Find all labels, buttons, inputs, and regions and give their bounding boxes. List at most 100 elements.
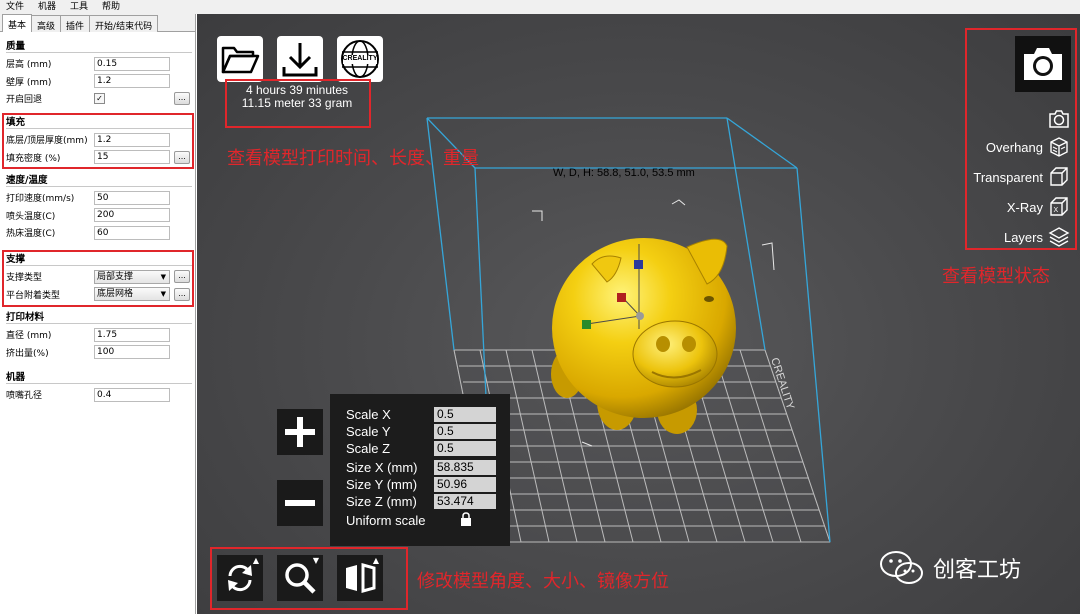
scale-x-row: Scale X 0.5 <box>346 406 496 422</box>
size-x-row: Size X (mm) 58.835 <box>346 459 496 475</box>
size-y-label: Size Y (mm) <box>346 476 418 492</box>
shell-thickness-input[interactable]: 1.2 <box>94 74 170 89</box>
view-mode-highlight-box: Overhang Transparent X-Ray X Layers <box>965 28 1077 250</box>
retraction-checkbox[interactable]: ✓ <box>94 93 105 105</box>
diameter-input[interactable]: 1.75 <box>94 327 170 342</box>
size-x-input[interactable]: 58.835 <box>434 459 496 475</box>
watermark-text: 创客工坊 <box>933 558 1022 583</box>
print-info: 4 hours 39 minutes 11.15 meter 33 gram <box>225 84 369 110</box>
lock-icon[interactable] <box>460 511 472 529</box>
save-gcode-button[interactable] <box>277 36 323 82</box>
snapshot-button[interactable] <box>1015 36 1071 92</box>
layer-height-label: 层高 (mm) <box>6 60 52 71</box>
annotation-view-modes: 查看模型状态 <box>942 266 1050 287</box>
zoom-in-button[interactable] <box>277 409 323 455</box>
layer-height-input[interactable]: 0.15 <box>94 56 170 71</box>
size-x-label: Size X (mm) <box>346 459 418 475</box>
normal-view-button[interactable] <box>1047 106 1071 132</box>
scale-y-row: Scale Y 0.5 <box>346 423 496 439</box>
flow-label: 挤出量(%) <box>6 348 49 359</box>
support-highlight-box <box>2 250 194 307</box>
overhang-view-button[interactable]: Overhang <box>986 134 1071 160</box>
scale-y-input[interactable]: 0.5 <box>434 423 496 439</box>
speed-section: 速度/温度 打印速度(mm/s) 50 喷头温度(C) 200 热床温度(C) … <box>6 174 192 242</box>
annotation-print-info: 查看模型打印时间、长度、重量 <box>227 148 479 169</box>
filament-usage: 11.15 meter 33 gram <box>241 96 353 110</box>
dropdown-caret-icon: ▲ <box>252 556 259 565</box>
menu-machine[interactable]: 机器 <box>32 0 64 14</box>
magnifier-icon <box>285 563 316 594</box>
flow-input[interactable]: 100 <box>94 345 170 360</box>
size-y-input[interactable]: 50.96 <box>434 476 496 492</box>
menu-file[interactable]: 文件 <box>0 0 32 14</box>
scale-panel: Scale X 0.5 Scale Y 0.5 Scale Z 0.5 Size… <box>330 394 510 546</box>
svg-text:X: X <box>1054 207 1059 214</box>
diameter-label: 直径 (mm) <box>6 331 52 342</box>
section-title: 机器 <box>6 371 192 384</box>
xray-view-button[interactable]: X-Ray X <box>1007 194 1071 220</box>
annotation-transform-tools: 修改模型角度、大小、镜像方位 <box>417 571 669 592</box>
scale-y-label: Scale Y <box>346 423 391 439</box>
watermark: 创客工坊 <box>879 550 1021 586</box>
print-speed-label: 打印速度(mm/s) <box>6 194 75 205</box>
uniform-scale-row: Uniform scale <box>346 511 472 529</box>
camera-small-icon <box>1047 107 1071 131</box>
layers-label: Layers <box>1003 229 1043 245</box>
retraction-label: 开启回退 <box>6 95 43 106</box>
mirror-button[interactable]: ▲ <box>337 555 383 601</box>
diameter-row: 直径 (mm) 1.75 <box>6 326 192 344</box>
scale-z-label: Scale Z <box>346 440 391 456</box>
mirror-icon <box>346 563 376 593</box>
zoom-out-button[interactable] <box>277 480 323 526</box>
size-z-input[interactable]: 53.474 <box>434 493 496 509</box>
rotate-button[interactable]: ▲ <box>217 555 263 601</box>
layers-icon <box>1047 225 1071 249</box>
creality-cloud-button[interactable]: CREALITY <box>337 36 383 82</box>
section-title: 质量 <box>6 40 192 53</box>
menu-tools[interactable]: 工具 <box>64 0 96 14</box>
bed-temp-row: 热床温度(C) 60 <box>6 224 192 242</box>
tab-start-end-gcode[interactable]: 开始/结束代码 <box>89 15 159 32</box>
scale-button[interactable]: ▼ <box>277 555 323 601</box>
layers-view-button[interactable]: Layers <box>1004 224 1071 250</box>
nozzle-temp-input[interactable]: 200 <box>94 208 170 223</box>
model-dimensions: W, D, H: 58.8, 51.0, 53.5 mm <box>553 167 695 179</box>
retraction-row: 开启回退 ✓ ... <box>6 90 192 108</box>
menu-help[interactable]: 帮助 <box>96 0 128 14</box>
section-title: 打印材料 <box>6 311 192 324</box>
layer-height-row: 层高 (mm) 0.15 <box>6 55 192 73</box>
scale-z-row: Scale Z 0.5 <box>346 440 496 456</box>
retraction-more-button[interactable]: ... <box>174 92 190 105</box>
dropdown-caret-icon: ▲ <box>372 556 379 565</box>
bed-temp-input[interactable]: 60 <box>94 225 170 240</box>
wechat-icon <box>880 551 923 584</box>
dropdown-caret-icon: ▼ <box>312 556 319 565</box>
nozzle-temp-row: 喷头温度(C) 200 <box>6 207 192 225</box>
folder-icon <box>221 46 260 74</box>
print-speed-input[interactable]: 50 <box>94 190 170 205</box>
scale-x-label: Scale X <box>346 406 391 422</box>
tab-basic[interactable]: 基本 <box>2 14 33 32</box>
scale-z-input[interactable]: 0.5 <box>434 440 496 456</box>
nozzle-size-input[interactable]: 0.4 <box>94 387 170 402</box>
transparent-label: Transparent <box>973 169 1043 185</box>
tab-advanced[interactable]: 高级 <box>31 15 62 32</box>
bed-temp-label: 热床温度(C) <box>6 229 56 240</box>
scale-x-input[interactable]: 0.5 <box>434 406 496 422</box>
machine-section: 机器 喷嘴孔径 0.4 <box>6 371 192 404</box>
fill-highlight-box <box>2 113 194 169</box>
rotate-icon <box>228 564 252 592</box>
shell-thickness-row: 壁厚 (mm) 1.2 <box>6 73 192 91</box>
tab-plugins[interactable]: 插件 <box>60 15 91 32</box>
3d-viewport[interactable]: CREALITY CREALITY 4 hours 39 minutes 11.… <box>197 14 1080 614</box>
shell-thickness-label: 壁厚 (mm) <box>6 77 52 88</box>
transparent-view-button[interactable]: Transparent <box>973 164 1071 190</box>
flow-row: 挤出量(%) 100 <box>6 344 192 362</box>
creality-logo-text: CREALITY <box>342 55 378 62</box>
size-z-label: Size Z (mm) <box>346 493 417 509</box>
download-icon <box>282 43 318 77</box>
filament-section: 打印材料 直径 (mm) 1.75 挤出量(%) 100 <box>6 311 192 361</box>
xray-label: X-Ray <box>1006 199 1043 215</box>
xray-cube-icon: X <box>1047 195 1071 219</box>
load-button[interactable] <box>217 36 263 82</box>
